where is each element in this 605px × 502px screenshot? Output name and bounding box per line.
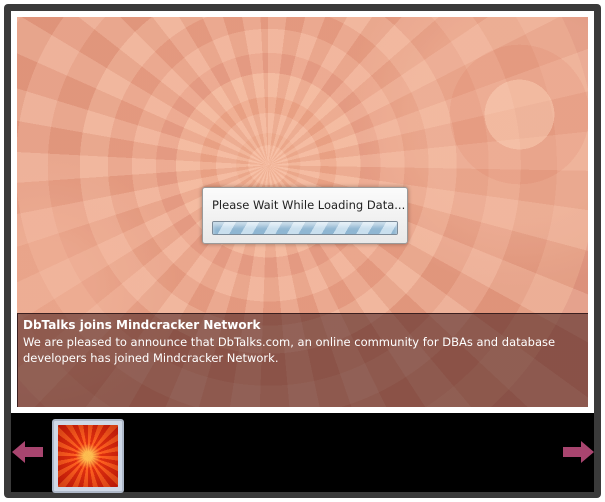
- thumbnail-strip: [11, 413, 594, 493]
- thumbnail-image: [58, 425, 118, 487]
- left-arrow-icon: [12, 441, 43, 463]
- loading-dialog: Please Wait While Loading Data...: [202, 187, 408, 244]
- loading-progress-fill: [213, 222, 397, 234]
- slideshow-frame: Please Wait While Loading Data... DbTalk…: [4, 4, 601, 498]
- caption-body: We are pleased to announce that DbTalks.…: [23, 335, 556, 365]
- previous-button[interactable]: [12, 441, 44, 463]
- slide-image[interactable]: Please Wait While Loading Data... DbTalk…: [17, 17, 588, 407]
- slide-caption: DbTalks joins Mindcracker Network We are…: [17, 313, 588, 407]
- right-arrow-icon: [563, 441, 594, 463]
- loading-message: Please Wait While Loading Data...: [212, 198, 406, 212]
- thumbnail-item[interactable]: [52, 419, 124, 493]
- caption-title: DbTalks joins Mindcracker Network: [23, 318, 261, 332]
- loading-progress-bar: [212, 221, 398, 235]
- next-button[interactable]: [562, 441, 594, 463]
- slide-viewer: Please Wait While Loading Data... DbTalk…: [11, 11, 594, 413]
